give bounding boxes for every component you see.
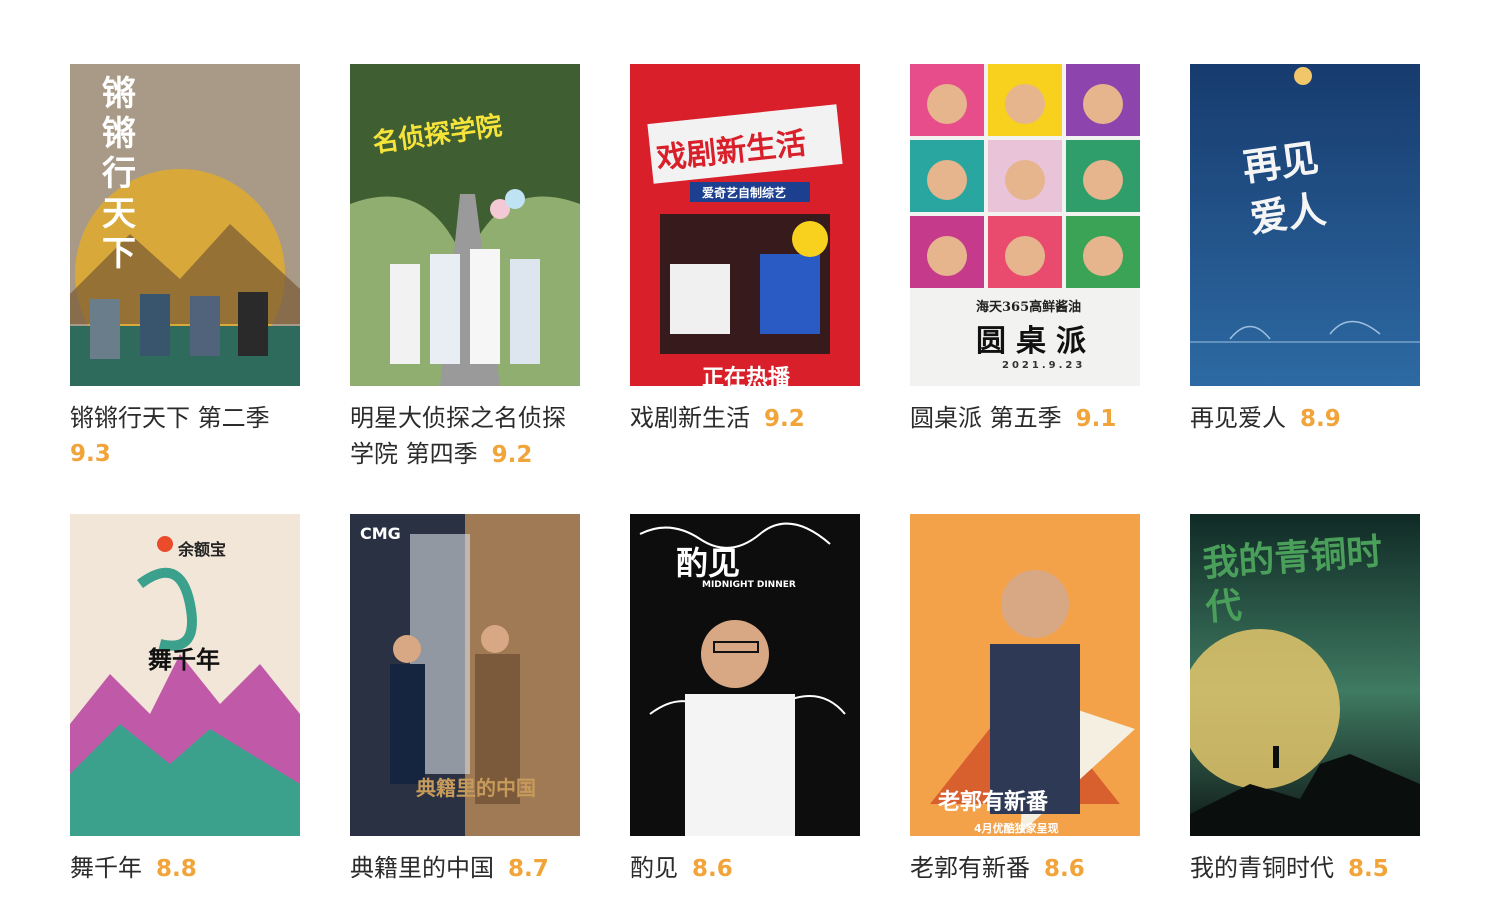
show-title[interactable]: 锵锵行天下 第二季 bbox=[70, 404, 270, 432]
show-rating: 9.1 bbox=[1075, 406, 1117, 432]
poster-image[interactable]: 老郭有新番 4月优酷独家呈现 bbox=[910, 514, 1140, 836]
show-title[interactable]: 圆桌派 第五季 bbox=[910, 404, 1062, 432]
poster-sub: 4月优酷独家呈现 bbox=[974, 822, 1059, 835]
show-caption: 圆桌派 第五季 9.1 bbox=[910, 400, 1140, 437]
show-title[interactable]: 老郭有新番 bbox=[910, 854, 1030, 882]
show-card[interactable]: 酌见 MIDNIGHT DINNER 酌见 8.6 bbox=[630, 514, 860, 887]
poster-title: 圆桌派 bbox=[976, 324, 1096, 359]
poster-art bbox=[630, 514, 860, 836]
poster-art bbox=[630, 64, 860, 386]
show-title[interactable]: 舞千年 bbox=[70, 854, 142, 882]
poster-sub: MIDNIGHT DINNER bbox=[702, 580, 796, 590]
poster-title: 再见爱人 bbox=[1239, 135, 1329, 242]
poster-title: 老郭有新番 bbox=[938, 790, 1049, 815]
show-caption: 戏剧新生活 9.2 bbox=[630, 400, 860, 437]
poster-date: 2021.9.23 bbox=[1002, 360, 1086, 371]
show-title[interactable]: 戏剧新生活 bbox=[630, 404, 750, 432]
poster-image[interactable]: 锵锵行天下 bbox=[70, 64, 300, 386]
show-card[interactable]: 老郭有新番 4月优酷独家呈现 老郭有新番 8.6 bbox=[910, 514, 1140, 887]
show-rating: 8.6 bbox=[692, 856, 733, 882]
show-rating: 8.6 bbox=[1044, 856, 1085, 882]
show-caption: 典籍里的中国 8.7 bbox=[350, 850, 580, 887]
poster-image[interactable]: CMG 典籍里的中国 bbox=[350, 514, 580, 836]
show-rating: 9.3 bbox=[70, 441, 111, 467]
poster-image[interactable]: 戏剧新生活 爱奇艺自制综艺 正在热播 bbox=[630, 64, 860, 386]
show-card[interactable]: 我的青铜时代 我的青铜时代 8.5 bbox=[1190, 514, 1420, 887]
show-caption: 再见爱人 8.9 bbox=[1190, 400, 1420, 437]
show-card[interactable]: 海天365高鲜酱油 圆桌派 2021.9.23 圆桌派 第五季 9.1 bbox=[910, 64, 1140, 437]
show-card[interactable]: 戏剧新生活 爱奇艺自制综艺 正在热播 戏剧新生活 9.2 bbox=[630, 64, 860, 437]
poster-banner: 爱奇艺自制综艺 bbox=[702, 186, 787, 200]
show-caption: 老郭有新番 8.6 bbox=[910, 850, 1140, 887]
poster-image[interactable]: 酌见 MIDNIGHT DINNER bbox=[630, 514, 860, 836]
show-card[interactable]: 锵锵行天下 锵锵行天下 第二季 9.3 bbox=[70, 64, 300, 472]
poster-title: 酌见 bbox=[676, 544, 741, 582]
poster-title: 舞千年 bbox=[148, 646, 220, 674]
poster-bottom-text: 正在热播 bbox=[702, 366, 791, 386]
show-rating: 9.2 bbox=[491, 442, 533, 468]
show-card[interactable]: 再见爱人 再见爱人 8.9 bbox=[1190, 64, 1420, 437]
poster-image[interactable]: 余额宝 舞千年 bbox=[70, 514, 300, 836]
show-card[interactable]: 名侦探学院 明星大侦探之名侦探学院 第四季 9.2 bbox=[350, 64, 580, 473]
show-title[interactable]: 酌见 bbox=[630, 854, 678, 882]
show-caption: 酌见 8.6 bbox=[630, 850, 860, 887]
poster-sub: 海天365高鲜酱油 bbox=[976, 300, 1082, 315]
show-rating: 9.2 bbox=[764, 406, 805, 432]
show-card[interactable]: CMG 典籍里的中国 典籍里的中国 8.7 bbox=[350, 514, 580, 887]
show-card[interactable]: 余额宝 舞千年 舞千年 8.8 bbox=[70, 514, 300, 887]
poster-brand: 余额宝 bbox=[178, 540, 227, 559]
show-caption: 明星大侦探之名侦探学院 第四季 9.2 bbox=[350, 400, 580, 473]
poster-title: 典籍里的中国 bbox=[416, 776, 536, 800]
show-title[interactable]: 典籍里的中国 bbox=[350, 854, 494, 882]
show-title[interactable]: 明星大侦探之名侦探学院 第四季 bbox=[350, 404, 566, 468]
show-rating: 8.9 bbox=[1300, 406, 1341, 432]
show-rating: 8.7 bbox=[508, 856, 549, 882]
poster-image[interactable]: 我的青铜时代 bbox=[1190, 514, 1420, 836]
poster-title: 我的青铜时代 bbox=[1201, 531, 1384, 629]
show-title[interactable]: 我的青铜时代 bbox=[1190, 854, 1334, 882]
poster-art bbox=[70, 514, 300, 836]
poster-brand: CMG bbox=[360, 524, 401, 543]
poster-title: 锵锵行天下 bbox=[102, 74, 138, 274]
show-caption: 舞千年 8.8 bbox=[70, 850, 300, 887]
show-rating: 8.8 bbox=[156, 856, 197, 882]
show-title[interactable]: 再见爱人 bbox=[1190, 404, 1286, 432]
show-rating: 8.5 bbox=[1348, 856, 1389, 882]
poster-image[interactable]: 名侦探学院 bbox=[350, 64, 580, 386]
show-caption: 我的青铜时代 8.5 bbox=[1190, 850, 1420, 887]
poster-image[interactable]: 再见爱人 bbox=[1190, 64, 1420, 386]
show-caption: 锵锵行天下 第二季 9.3 bbox=[70, 400, 300, 472]
poster-image[interactable]: 海天365高鲜酱油 圆桌派 2021.9.23 bbox=[910, 64, 1140, 386]
